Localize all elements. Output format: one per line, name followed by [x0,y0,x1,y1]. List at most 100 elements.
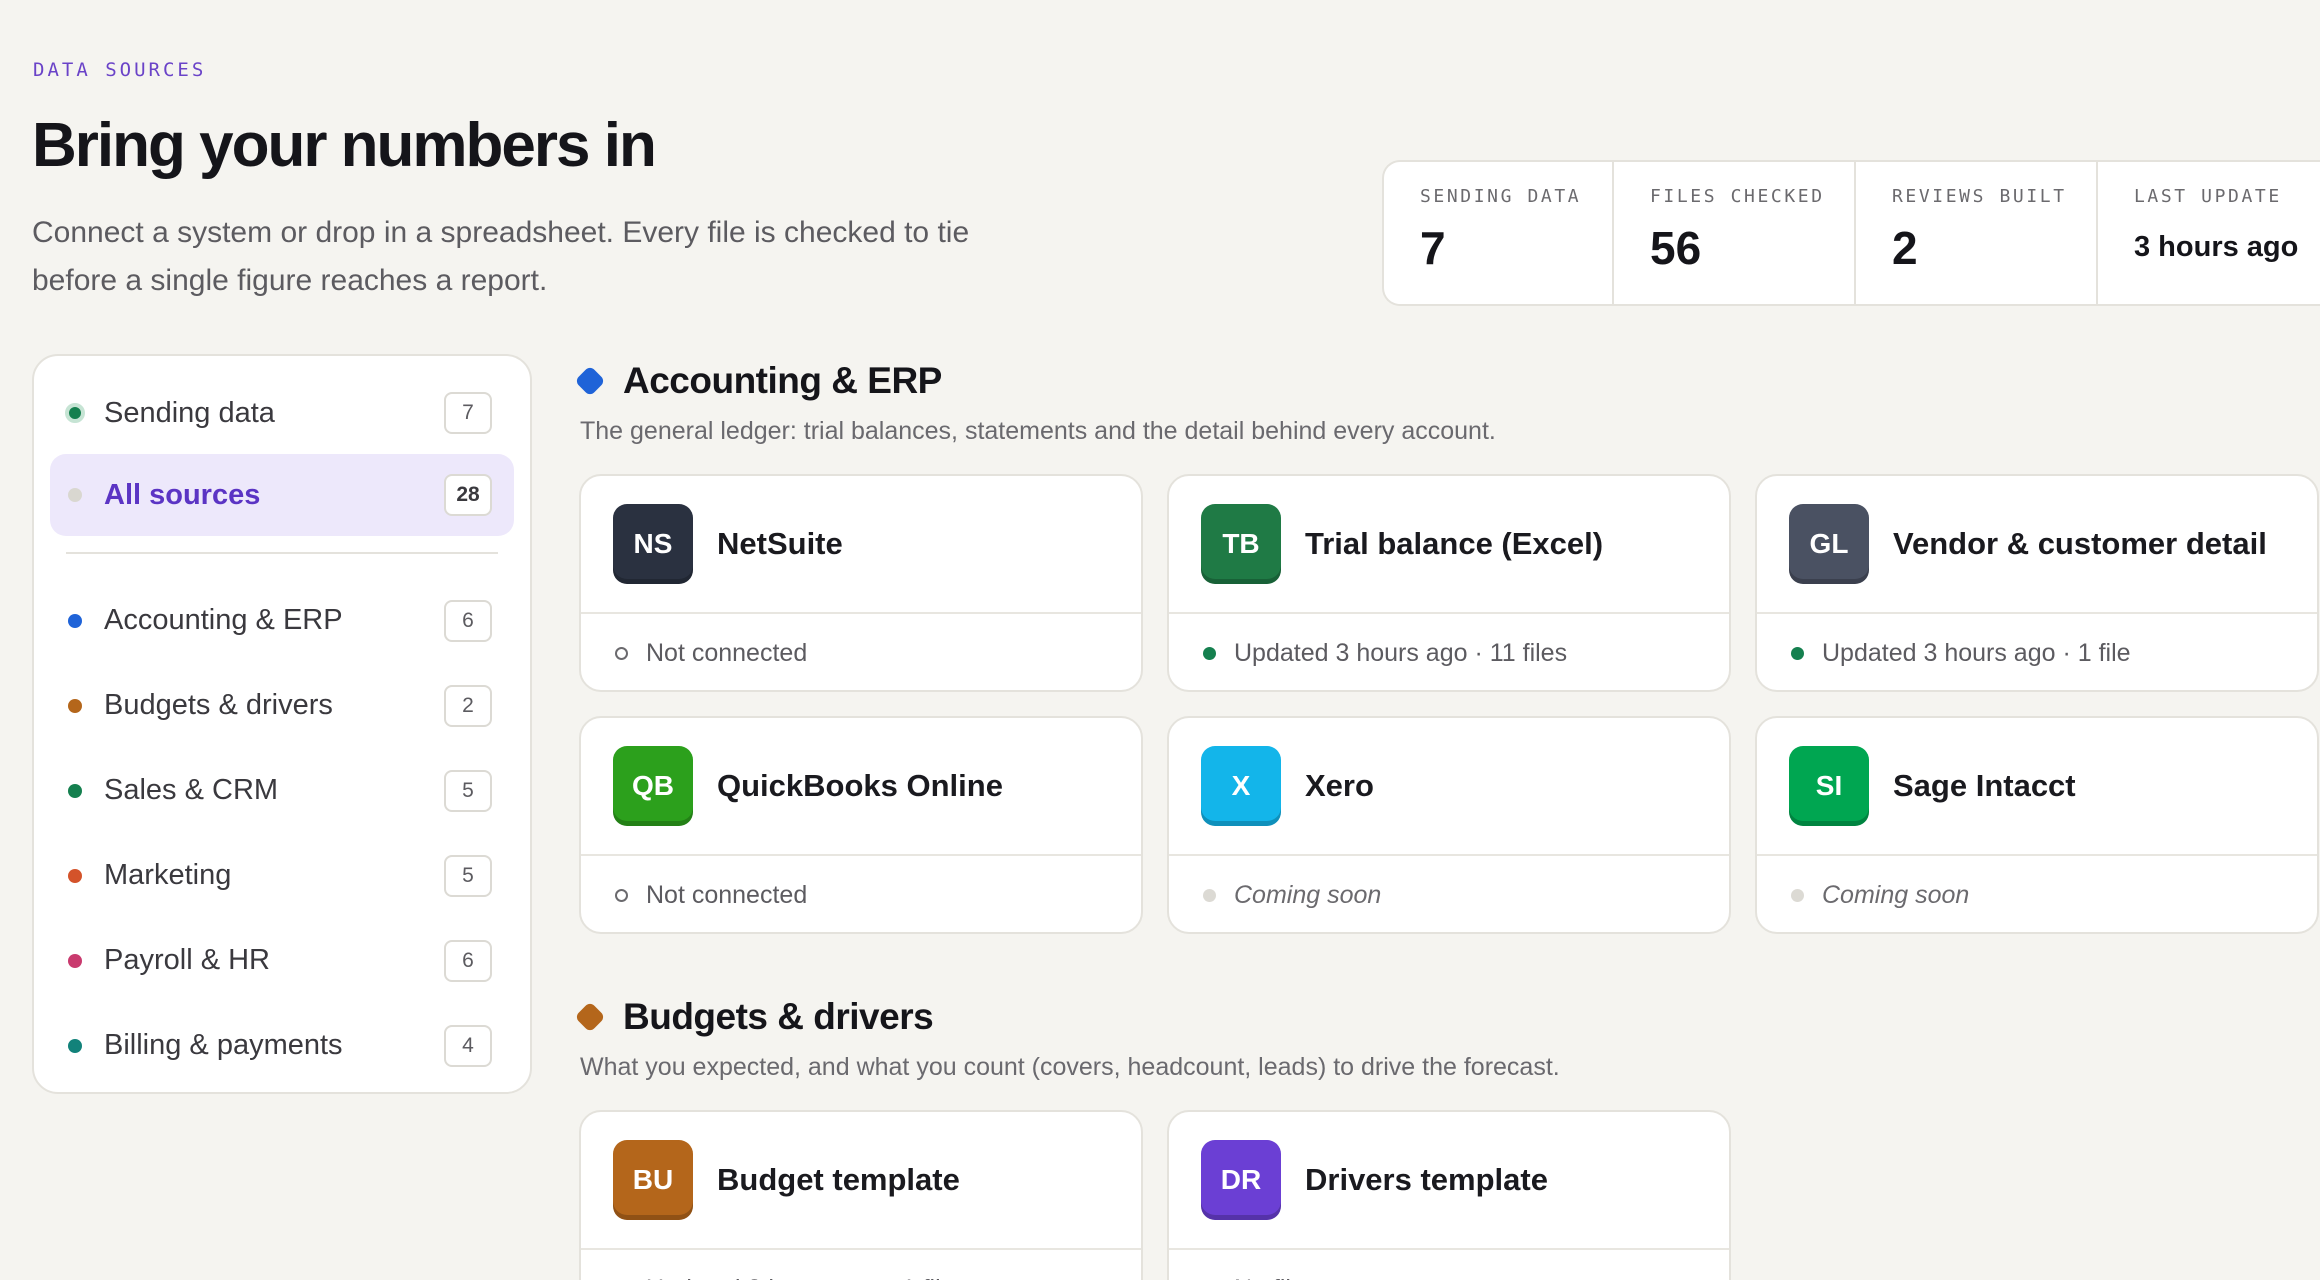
source-name: NetSuite [717,526,843,561]
status-dot-icon [65,403,85,423]
stat-value: 3 hours ago [2134,231,2299,263]
card-status: Updated 3 hours ago · 1 file [1757,614,2317,690]
card-status: No files yet [1169,1250,1729,1280]
sidebar-item-label: All sources [104,478,261,511]
source-name: QuickBooks Online [717,768,1003,803]
source-logo-icon: NS [613,504,693,584]
sidebar-item-label: Sending data [104,396,275,429]
sidebar-item-label: Sales & CRM [104,774,279,806]
sidebar-item-accounting-erp[interactable]: Accounting & ERP 6 [50,578,514,663]
source-logo-icon: GL [1789,504,1869,584]
source-name: Budget template [717,1162,960,1197]
section-diamond-icon [574,365,606,397]
source-logo-icon: QB [613,746,693,826]
category-dot-icon [68,1038,82,1053]
stat-sending-data: SENDING DATA 7 [1384,162,1614,304]
category-sidebar: Sending data 7 All sources 28 Accounting… [32,354,532,1094]
sidebar-item-marketing[interactable]: Marketing 5 [50,833,514,918]
stat-value: 56 [1650,222,1702,274]
source-logo-icon: DR [1201,1140,1281,1220]
status-dot-icon [1203,888,1216,902]
count-badge: 7 [444,392,492,434]
status-text: Updated 3 hours ago · 11 files [1234,638,1568,667]
card-status: Updated 3 hours ago · 11 files [1169,614,1729,690]
section-header-budgets: Budgets & drivers [574,996,934,1038]
card-header: TB Trial balance (Excel) [1169,476,1729,614]
card-header: BU Budget template [581,1112,1141,1250]
sidebar-item-label: Accounting & ERP [104,604,343,636]
card-header: QB QuickBooks Online [581,718,1141,856]
stat-value: 7 [1420,222,1446,274]
source-logo-icon: BU [613,1140,693,1220]
count-badge: 5 [444,769,492,812]
source-name: Sage Intacct [1893,768,2076,803]
sidebar-item-budgets-drivers[interactable]: Budgets & drivers 2 [50,663,514,748]
status-text: Coming soon [1822,880,1970,909]
card-header: NS NetSuite [581,476,1141,614]
stats-panel: SENDING DATA 7 FILES CHECKED 56 REVIEWS … [1382,160,2320,306]
sidebar-item-sales-crm[interactable]: Sales & CRM 5 [50,748,514,833]
status-text: No files yet [1234,1275,1358,1280]
sidebar-item-sending-data[interactable]: Sending data 7 [50,372,514,454]
source-card-netsuite[interactable]: NS NetSuite Not connected [579,474,1143,692]
section-description: What you expected, and what you count (c… [580,1053,1560,1081]
count-badge: 6 [444,939,492,982]
source-card-quickbooks-online[interactable]: QB QuickBooks Online Not connected [579,716,1143,934]
sidebar-item-billing-payments[interactable]: Billing & payments 4 [50,1003,514,1088]
stat-label: SENDING DATA [1420,186,1582,207]
section-diamond-icon [574,1001,606,1033]
stat-label: FILES CHECKED [1650,186,1825,207]
count-badge: 4 [444,1024,492,1067]
card-status: Not connected [581,614,1141,690]
card-status: Coming soon [1169,856,1729,932]
card-header: GL Vendor & customer detail [1757,476,2317,614]
count-badge: 6 [444,599,492,642]
sidebar-item-label: Payroll & HR [104,944,270,976]
source-card-xero[interactable]: X Xero Coming soon [1167,716,1731,934]
sidebar-item-payroll-hr[interactable]: Payroll & HR 6 [50,918,514,1003]
count-badge: 28 [444,474,492,516]
divider [66,552,498,554]
category-dot-icon [68,953,82,968]
status-text: Coming soon [1234,880,1382,909]
source-logo-icon: X [1201,746,1281,826]
sidebar-item-label: Marketing [104,859,232,891]
source-logo-icon: TB [1201,504,1281,584]
source-card-sage-intacct[interactable]: SI Sage Intacct Coming soon [1755,716,2319,934]
stat-reviews-built: REVIEWS BUILT 2 [1856,162,2098,304]
source-name: Drivers template [1305,1162,1548,1197]
stat-value: 2 [1892,222,1918,274]
source-logo-icon: SI [1789,746,1869,826]
card-header: SI Sage Intacct [1757,718,2317,856]
status-dot-icon [615,888,628,902]
sidebar-item-label: Billing & payments [104,1029,343,1061]
page-title: Bring your numbers in [32,111,657,180]
status-dot-icon [615,646,628,660]
section-title: Budgets & drivers [623,996,934,1037]
card-status: Not connected [581,856,1141,932]
source-name: Xero [1305,768,1374,803]
card-header: DR Drivers template [1169,1112,1729,1250]
section-description: The general ledger: trial balances, stat… [580,417,1496,445]
source-card-trial-balance-excel[interactable]: TB Trial balance (Excel) Updated 3 hours a… [1167,474,1731,692]
category-dot-icon [68,613,82,628]
source-name: Trial balance (Excel) [1305,526,1604,561]
sidebar-item-label: Budgets & drivers [104,689,333,721]
source-card-vendor-customer-detail[interactable]: GL Vendor & customer detail Updated 3 hour… [1755,474,2319,692]
count-badge: 2 [444,684,492,727]
status-text: Updated 3 hours ago · 1 file [646,1275,955,1280]
section-header-accounting: Accounting & ERP [574,360,942,402]
source-card-budget-template[interactable]: BU Budget template Updated 3 hours ago · 1… [579,1110,1143,1280]
category-dot-icon [68,868,82,883]
count-badge: 5 [444,854,492,897]
card-status: Coming soon [1757,856,2317,932]
dot-icon [68,488,82,502]
source-card-drivers-template[interactable]: DR Drivers template No files yet [1167,1110,1731,1280]
stat-label: LAST UPDATE [2134,186,2282,207]
category-dot-icon [68,698,82,713]
status-dot-icon [1791,646,1804,660]
page-description: Connect a system or drop in a spreadshee… [32,216,970,297]
category-dot-icon [68,783,82,798]
status-text: Updated 3 hours ago · 1 file [1822,638,2131,667]
sidebar-item-all-sources[interactable]: All sources 28 [50,454,514,536]
